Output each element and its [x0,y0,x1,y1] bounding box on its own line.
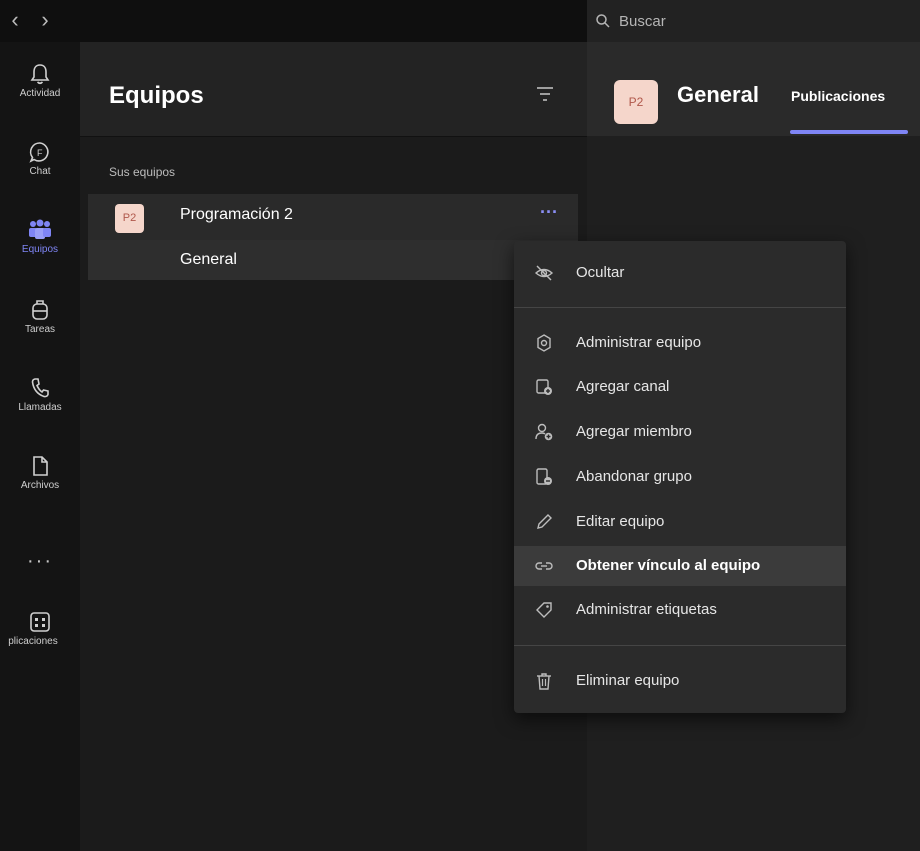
menu-item-administrar-etiquetas[interactable]: Administrar etiquetas [514,590,846,630]
phone-icon [31,378,49,398]
menu-item-label: Agregar miembro [576,423,692,440]
rail-label: Tareas [24,324,55,335]
section-label: Sus equipos [109,165,176,179]
menu-item-abandonar-grupo[interactable]: Abandonar grupo [514,457,846,497]
menu-item-eliminar-equipo[interactable]: Eliminar equipo [514,661,846,701]
search-placeholder: Buscar [619,12,666,30]
apps-icon [30,612,50,632]
leave-icon [536,468,552,485]
rail-label: plicaciones [8,636,58,647]
backpack-icon [32,300,48,320]
title-bar: ‹ › Buscar [0,0,920,42]
more-options-button[interactable]: ··· [535,202,563,228]
rail-item-aplicaciones[interactable]: plicaciones [0,610,80,682]
menu-divider [514,645,846,646]
menu-item-label: Administrar equipo [576,334,702,351]
menu-divider [514,307,846,308]
more-apps-button[interactable]: ··· [0,550,80,573]
menu-item-editar-equipo[interactable]: Editar equipo [514,502,846,542]
rail-label: Equipos [21,244,59,255]
app-rail: Actividad F Chat Equipos Tareas Llamadas… [0,42,80,851]
rail-item-chat[interactable]: F Chat [0,140,80,212]
bell-icon [30,64,50,85]
rail-item-tareas[interactable]: Tareas [0,298,80,370]
menu-item-label: Eliminar equipo [576,672,680,689]
channel-avatar: P2 [614,80,658,124]
eye-off-icon [534,265,554,281]
search-input[interactable]: Buscar [587,0,920,42]
back-button[interactable]: ‹ [4,6,26,34]
channel-name: General [180,251,237,268]
forward-button[interactable]: › [34,6,56,34]
search-icon [596,14,610,28]
team-avatar: P2 [115,204,144,233]
settings-icon [537,334,551,352]
channel-title: General [677,82,759,107]
rail-label: Chat [29,166,51,177]
page-title: Equipos [109,82,204,109]
channel-header: P2 General Publicaciones [587,42,920,136]
team-name: Programación 2 [180,206,293,223]
menu-item-agregar-miembro[interactable]: Agregar miembro [514,412,846,452]
file-icon [33,456,48,476]
chat-icon: F [29,142,49,163]
active-tab-indicator [790,130,908,134]
rail-label: Llamadas [18,402,62,413]
add-channel-icon [536,379,552,395]
svg-text:F: F [37,148,43,158]
rail-item-archivos[interactable]: Archivos [0,454,80,526]
teams-panel: Equipos Sus equipos P2 Programación 2 ··… [80,42,587,851]
menu-item-label: Obtener vínculo al equipo [576,557,761,574]
rail-item-actividad[interactable]: Actividad [0,62,80,134]
pencil-icon [537,514,552,529]
menu-item-administrar-equipo[interactable]: Administrar equipo [514,323,846,363]
rail-item-llamadas[interactable]: Llamadas [0,376,80,448]
trash-icon [537,673,551,690]
menu-item-label: Ocultar [576,264,625,281]
rail-label: Archivos [20,480,60,491]
teams-icon [29,219,51,239]
menu-item-obtener-vinculo[interactable]: Obtener vínculo al equipo [514,546,846,586]
panel-header: Equipos [80,42,587,137]
team-context-menu: Ocultar Administrar equipo Agregar canal… [514,241,846,713]
menu-item-label: Agregar canal [576,378,670,395]
tag-icon [536,602,552,618]
menu-item-label: Editar equipo [576,513,665,530]
team-row[interactable]: P2 Programación 2 ··· [88,194,578,240]
filter-icon[interactable] [536,86,554,102]
tab-publicaciones[interactable]: Publicaciones [791,88,885,104]
menu-item-label: Administrar etiquetas [576,601,717,618]
menu-item-agregar-canal[interactable]: Agregar canal [514,367,846,407]
menu-item-label: Abandonar grupo [576,468,692,485]
rail-item-equipos[interactable]: Equipos [0,218,80,290]
menu-item-ocultar[interactable]: Ocultar [514,253,846,293]
channel-row[interactable]: General [88,240,578,280]
add-member-icon [535,423,553,441]
link-icon [535,562,553,570]
rail-label: Actividad [19,88,61,99]
